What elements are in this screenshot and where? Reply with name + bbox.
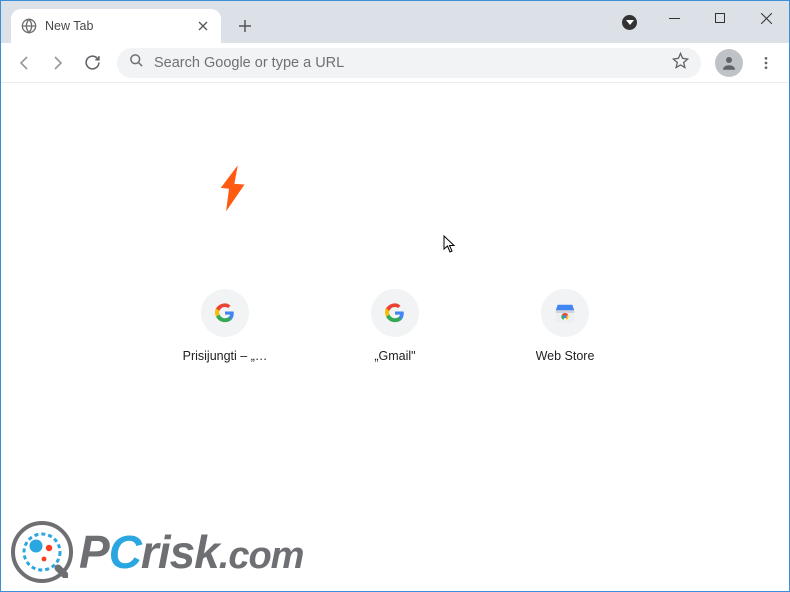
toolbar [1,43,789,83]
shortcut-item[interactable]: „Gmail" [340,289,450,363]
forward-button[interactable] [43,48,73,78]
shortcut-item[interactable]: Web Store [510,289,620,363]
close-window-button[interactable] [743,1,789,35]
globe-icon [21,18,37,34]
shortcut-label: Prisijungti – „… [183,349,268,363]
arrow-annotation-icon [201,163,251,213]
shortcut-label: Web Store [536,349,595,363]
tab-close-button[interactable] [195,18,211,34]
new-tab-button[interactable] [231,12,259,40]
search-icon [129,53,144,73]
browser-tab[interactable]: New Tab [11,9,221,43]
minimize-button[interactable] [651,1,697,35]
shortcut-item[interactable]: Prisijungti – „… [170,289,280,363]
profile-button[interactable] [715,49,743,77]
cursor-icon [443,235,457,258]
menu-button[interactable] [751,48,781,78]
webstore-icon [541,289,589,337]
reload-button[interactable] [77,48,107,78]
maximize-button[interactable] [697,1,743,35]
watermark: PCrisk.com [11,521,303,583]
address-input[interactable] [154,55,666,71]
extension-badge-icon[interactable] [622,15,637,30]
google-logo-icon [371,289,419,337]
shortcut-label: „Gmail" [374,349,415,363]
google-logo-icon [201,289,249,337]
titlebar: New Tab [1,1,789,43]
page-content: Prisijungti – „… „Gmail" Web Store [1,83,789,591]
shortcuts-grid: Prisijungti – „… „Gmail" Web Store [1,289,789,363]
watermark-text: PCrisk.com [79,525,303,579]
back-button[interactable] [9,48,39,78]
watermark-logo-icon [11,521,73,583]
window-controls [651,1,789,35]
tab-title: New Tab [45,19,195,33]
address-bar[interactable] [117,48,701,78]
bookmark-star-icon[interactable] [672,52,689,74]
